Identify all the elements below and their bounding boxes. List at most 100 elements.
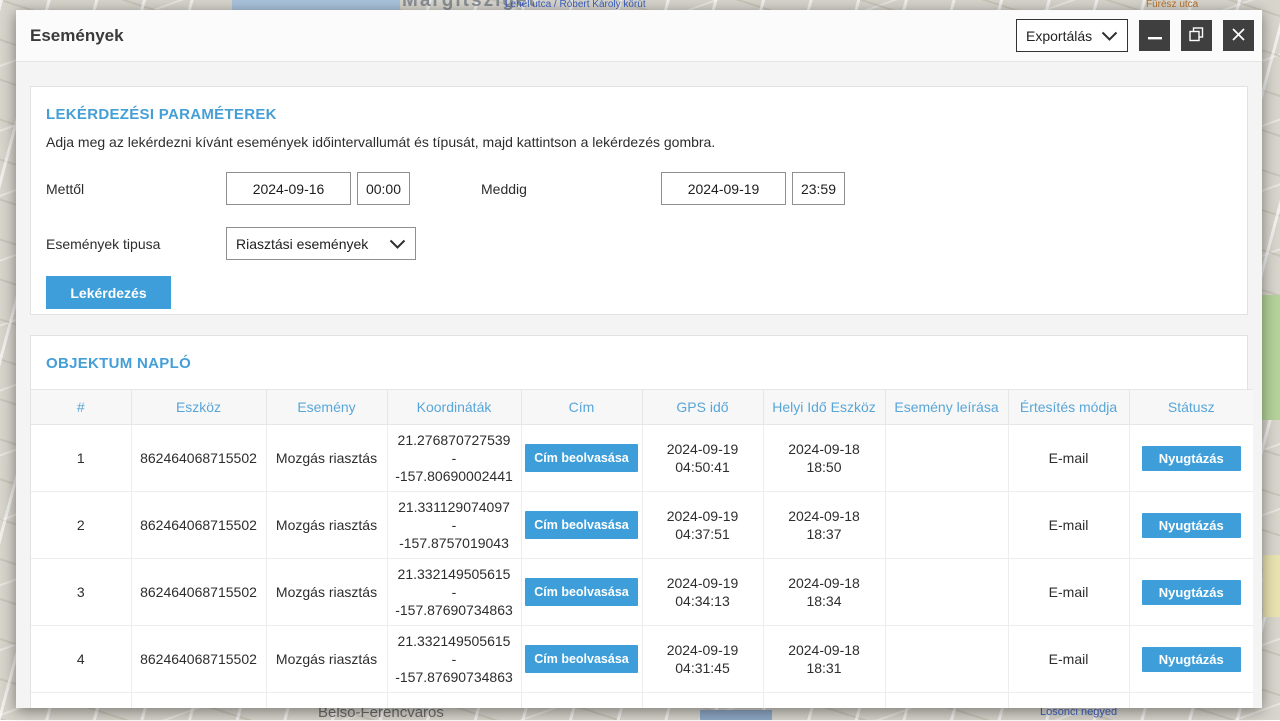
cell-local-time: 2024-09-1818:50 (763, 425, 885, 492)
cell-status: Nyugtázás (1129, 626, 1253, 693)
acknowledge-button[interactable]: Nyugtázás (1142, 513, 1241, 538)
date-range-row: Mettől Meddig (46, 172, 1232, 205)
cell-status: Nyugtázás (1129, 492, 1253, 559)
query-panel-heading: LEKÉRDEZÉSI PARAMÉTEREK (46, 106, 1232, 123)
cell-address: Cím beolvasása (521, 492, 642, 559)
cell-empty (131, 693, 266, 709)
cell-device: 862464068715502 (131, 425, 266, 492)
object-log-panel: OBJEKTUM NAPLÓ # Eszköz Esemény Koordiná… (30, 335, 1248, 708)
cell-num: 2 (31, 492, 131, 559)
cell-description (885, 492, 1008, 559)
to-date-input[interactable] (661, 172, 786, 205)
cell-description (885, 626, 1008, 693)
cell-empty (642, 693, 763, 709)
cell-empty (31, 693, 131, 709)
object-log-heading: OBJEKTUM NAPLÓ (31, 355, 1247, 389)
from-time-input[interactable] (357, 172, 410, 205)
cell-gps-time: 2024-09-1904:31:45 (642, 626, 763, 693)
cell-empty (763, 693, 885, 709)
dialog-body: LEKÉRDEZÉSI PARAMÉTEREK Adja meg az leké… (16, 62, 1262, 708)
cell-coordinates: 21.332149505615--157.87690734863 (387, 559, 521, 626)
export-dropdown[interactable]: Exportálás (1016, 19, 1128, 52)
map-road-patch (700, 710, 772, 720)
table-row: 2862464068715502Mozgás riasztás21.331129… (31, 492, 1253, 559)
cell-address: Cím beolvasása (521, 559, 642, 626)
address-lookup-button[interactable]: Cím beolvasása (525, 578, 638, 606)
col-header-event: Esemény (266, 390, 387, 425)
to-label: Meddig (481, 181, 661, 197)
query-panel-description: Adja meg az lekérdezni kívánt események … (46, 134, 1232, 150)
cell-num: 1 (31, 425, 131, 492)
table-row: 1862464068715502Mozgás riasztás21.276870… (31, 425, 1253, 492)
cell-event: Mozgás riasztás (266, 492, 387, 559)
cell-device: 862464068715502 (131, 492, 266, 559)
log-table-body: 1862464068715502Mozgás riasztás21.276870… (31, 425, 1253, 709)
col-header-gps-time: GPS idő (642, 390, 763, 425)
chevron-down-icon (389, 236, 406, 252)
cell-notification: E-mail (1008, 626, 1129, 693)
table-row-partial (31, 693, 1253, 709)
cell-empty (521, 693, 642, 709)
table-row: 4862464068715502Mozgás riasztás21.332149… (31, 626, 1253, 693)
cell-gps-time: 2024-09-1904:37:51 (642, 492, 763, 559)
col-header-notification: Értesítés módja (1008, 390, 1129, 425)
col-header-coordinates: Koordináták (387, 390, 521, 425)
cell-device: 862464068715502 (131, 626, 266, 693)
query-button[interactable]: Lekérdezés (46, 276, 171, 309)
cell-description (885, 559, 1008, 626)
cell-notification: E-mail (1008, 492, 1129, 559)
event-log-table: # Eszköz Esemény Koordináták Cím GPS idő… (31, 389, 1253, 708)
event-type-select[interactable]: Riasztási események (226, 227, 416, 260)
acknowledge-button[interactable]: Nyugtázás (1142, 647, 1241, 672)
cell-empty (885, 693, 1008, 709)
address-lookup-button[interactable]: Cím beolvasása (525, 511, 638, 539)
query-parameters-panel: LEKÉRDEZÉSI PARAMÉTEREK Adja meg az leké… (30, 86, 1248, 315)
col-header-status: Státusz (1129, 390, 1253, 425)
close-button[interactable] (1223, 20, 1254, 51)
cell-empty (266, 693, 387, 709)
cell-status: Nyugtázás (1129, 559, 1253, 626)
from-date-input[interactable] (226, 172, 351, 205)
cell-coordinates: 21.276870727539--157.80690002441 (387, 425, 521, 492)
restore-button[interactable] (1181, 20, 1212, 51)
to-time-input[interactable] (792, 172, 845, 205)
cell-notification: E-mail (1008, 425, 1129, 492)
cell-address: Cím beolvasása (521, 626, 642, 693)
col-header-local-time: Helyi Idő Eszköz (763, 390, 885, 425)
acknowledge-button[interactable]: Nyugtázás (1142, 580, 1241, 605)
cell-num: 4 (31, 626, 131, 693)
cell-empty (1008, 693, 1129, 709)
restore-icon (1189, 27, 1204, 45)
acknowledge-button[interactable]: Nyugtázás (1142, 446, 1241, 471)
cell-gps-time: 2024-09-1904:34:13 (642, 559, 763, 626)
cell-coordinates: 21.331129074097--157.8757019043 (387, 492, 521, 559)
cell-local-time: 2024-09-1818:34 (763, 559, 885, 626)
map-water-patch (232, 0, 400, 10)
export-dropdown-label: Exportálás (1026, 28, 1092, 44)
col-header-address: Cím (521, 390, 642, 425)
cell-num: 3 (31, 559, 131, 626)
table-header-row: # Eszköz Esemény Koordináták Cím GPS idő… (31, 390, 1253, 425)
cell-description (885, 425, 1008, 492)
map-park-patch (1262, 295, 1280, 420)
minimize-button[interactable] (1139, 20, 1170, 51)
cell-event: Mozgás riasztás (266, 425, 387, 492)
from-label: Mettől (46, 181, 226, 197)
cell-event: Mozgás riasztás (266, 626, 387, 693)
chevron-down-icon (1101, 28, 1118, 44)
address-lookup-button[interactable]: Cím beolvasása (525, 645, 638, 673)
cell-status: Nyugtázás (1129, 425, 1253, 492)
cell-event: Mozgás riasztás (266, 559, 387, 626)
minimize-icon (1148, 28, 1162, 43)
cell-empty (1129, 693, 1253, 709)
dialog-titlebar: Események Exportálás (16, 10, 1262, 62)
cell-local-time: 2024-09-1818:37 (763, 492, 885, 559)
cell-empty (387, 693, 521, 709)
event-type-value: Riasztási események (236, 236, 368, 252)
events-dialog: Események Exportálás (16, 10, 1262, 708)
map-label-lehel-utca: Lehel utca / Róbert Károly körút (505, 0, 646, 10)
address-lookup-button[interactable]: Cím beolvasása (525, 444, 638, 472)
col-header-device: Eszköz (131, 390, 266, 425)
map-field-patch (1263, 555, 1280, 617)
cell-notification: E-mail (1008, 559, 1129, 626)
